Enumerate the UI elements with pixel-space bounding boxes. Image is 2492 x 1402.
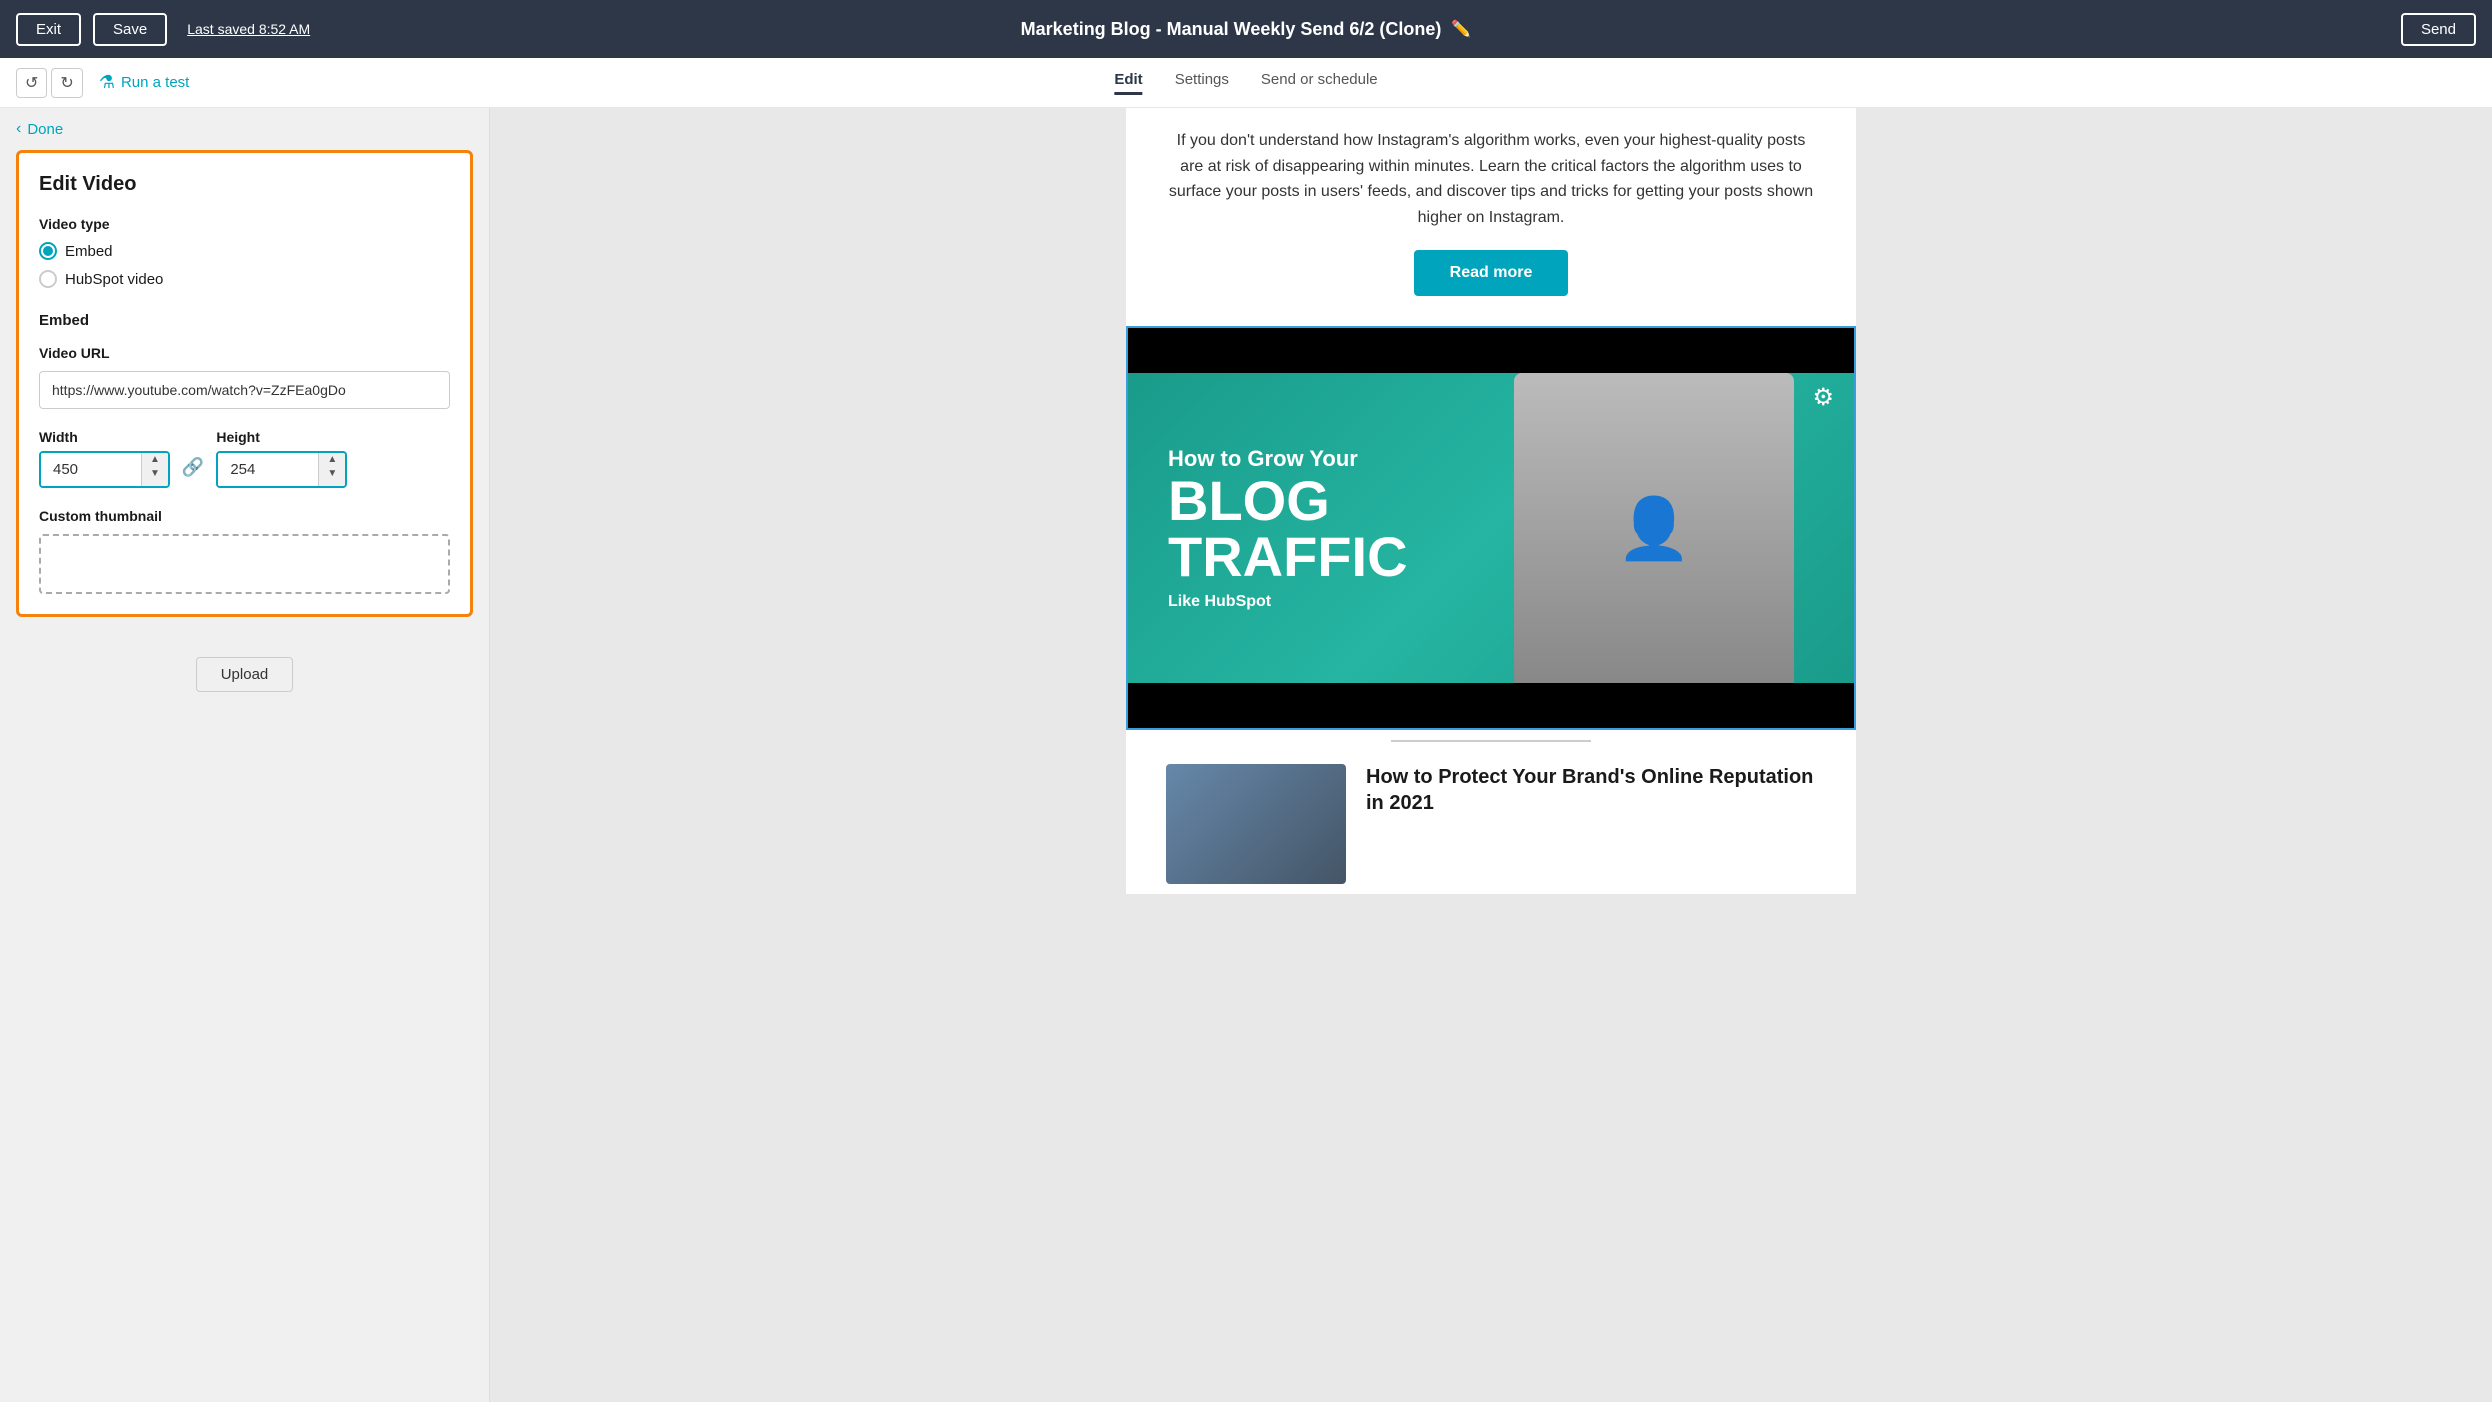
right-panel: If you don't understand how Instagram's …	[490, 108, 2492, 1402]
radio-hubspot-label: HubSpot video	[65, 271, 163, 288]
video-bottom-bar	[1128, 683, 1854, 728]
height-input[interactable]	[218, 453, 318, 486]
upload-button[interactable]: Upload	[196, 657, 294, 692]
run-test-link[interactable]: ⚗ Run a test	[99, 72, 190, 93]
height-spinners: ▲ ▼	[318, 453, 345, 486]
secondary-nav: ↺ ↻ ⚗ Run a test Edit Settings Send or s…	[0, 58, 2492, 108]
done-label: Done	[27, 121, 63, 138]
radio-hubspot-video[interactable]: HubSpot video	[39, 270, 450, 288]
tab-settings[interactable]: Settings	[1175, 71, 1229, 95]
video-thumbnail: How to Grow Your BLOG TRAFFIC Like HubSp…	[1128, 328, 1854, 728]
radio-embed-circle[interactable]	[39, 242, 57, 260]
person-image: 👤	[1514, 373, 1794, 683]
height-up-button[interactable]: ▲	[319, 453, 345, 467]
next-article-image	[1166, 764, 1346, 884]
video-block[interactable]: How to Grow Your BLOG TRAFFIC Like HubSp…	[1126, 326, 1856, 730]
width-down-button[interactable]: ▼	[142, 467, 168, 481]
radio-hubspot-circle[interactable]	[39, 270, 57, 288]
width-group: Width ▲ ▼	[39, 429, 170, 488]
radio-embed-label: Embed	[65, 243, 113, 260]
video-person: 👤	[1514, 373, 1794, 683]
video-text-content: How to Grow Your BLOG TRAFFIC Like HubSp…	[1168, 446, 1408, 610]
tab-edit[interactable]: Edit	[1114, 71, 1142, 95]
video-traffic-text: TRAFFIC	[1168, 529, 1408, 585]
height-down-button[interactable]: ▼	[319, 467, 345, 481]
link-dimensions-icon: 🔗	[182, 457, 204, 478]
article-image-placeholder	[1166, 764, 1346, 884]
hubspot-logo-icon: ⚙	[1812, 383, 1834, 412]
thumbnail-dropzone[interactable]	[39, 534, 450, 594]
preview-text-section: If you don't understand how Instagram's …	[1126, 108, 1856, 326]
next-article-title: How to Protect Your Brand's Online Reput…	[1366, 764, 1816, 816]
redo-button[interactable]: ↻	[51, 68, 82, 98]
video-like-text: Like HubSpot	[1168, 593, 1408, 611]
edit-title-icon[interactable]: ✏️	[1451, 19, 1471, 39]
height-input-wrap: ▲ ▼	[216, 451, 347, 488]
tab-send-schedule[interactable]: Send or schedule	[1261, 71, 1378, 95]
upload-area: Upload	[0, 633, 489, 708]
radio-embed[interactable]: Embed	[39, 242, 450, 260]
video-url-input[interactable]	[39, 371, 450, 409]
video-top-bar	[1128, 328, 1854, 373]
preview-paragraph: If you don't understand how Instagram's …	[1166, 128, 1816, 230]
chevron-left-icon: ‹	[16, 120, 21, 138]
nav-tabs: Edit Settings Send or schedule	[1114, 71, 1377, 95]
width-input[interactable]	[41, 453, 141, 486]
width-input-wrap: ▲ ▼	[39, 451, 170, 488]
height-group: Height ▲ ▼	[216, 429, 347, 488]
run-test-icon: ⚗	[99, 72, 115, 93]
next-article-section: How to Protect Your Brand's Online Reput…	[1126, 754, 1856, 894]
top-bar: Exit Save Last saved 8:52 AM Marketing B…	[0, 0, 2492, 58]
page-title: Marketing Blog - Manual Weekly Send 6/2 …	[1021, 19, 1472, 40]
exit-button[interactable]: Exit	[16, 13, 81, 46]
custom-thumbnail-label: Custom thumbnail	[39, 508, 450, 524]
dimensions-row: Width ▲ ▼ 🔗 Height ▲	[39, 429, 450, 488]
video-url-label: Video URL	[39, 345, 450, 361]
width-spinners: ▲ ▼	[141, 453, 168, 486]
undo-redo-group: ↺ ↻	[16, 68, 83, 98]
divider	[1391, 740, 1591, 742]
video-content: How to Grow Your BLOG TRAFFIC Like HubSp…	[1128, 373, 1854, 683]
run-test-label: Run a test	[121, 74, 189, 91]
save-button[interactable]: Save	[93, 13, 167, 46]
width-up-button[interactable]: ▲	[142, 453, 168, 467]
read-more-button[interactable]: Read more	[1414, 250, 1569, 296]
send-button[interactable]: Send	[2401, 13, 2476, 46]
height-label: Height	[216, 429, 347, 445]
video-blog-text: BLOG	[1168, 473, 1408, 529]
title-text: Marketing Blog - Manual Weekly Send 6/2 …	[1021, 19, 1442, 40]
edit-video-card: Edit Video Video type Embed HubSpot vide…	[16, 150, 473, 617]
done-link[interactable]: ‹ Done	[0, 108, 489, 150]
embed-section-label: Embed	[39, 312, 450, 329]
email-preview: If you don't understand how Instagram's …	[1126, 108, 1856, 894]
video-type-radio-group: Embed HubSpot video	[39, 242, 450, 288]
last-saved[interactable]: Last saved 8:52 AM	[187, 21, 310, 37]
main-layout: ‹ Done Edit Video Video type Embed HubSp…	[0, 108, 2492, 1402]
edit-video-title: Edit Video	[39, 173, 450, 196]
video-type-label: Video type	[39, 216, 450, 232]
undo-button[interactable]: ↺	[16, 68, 47, 98]
width-label: Width	[39, 429, 170, 445]
left-panel: ‹ Done Edit Video Video type Embed HubSp…	[0, 108, 490, 1402]
